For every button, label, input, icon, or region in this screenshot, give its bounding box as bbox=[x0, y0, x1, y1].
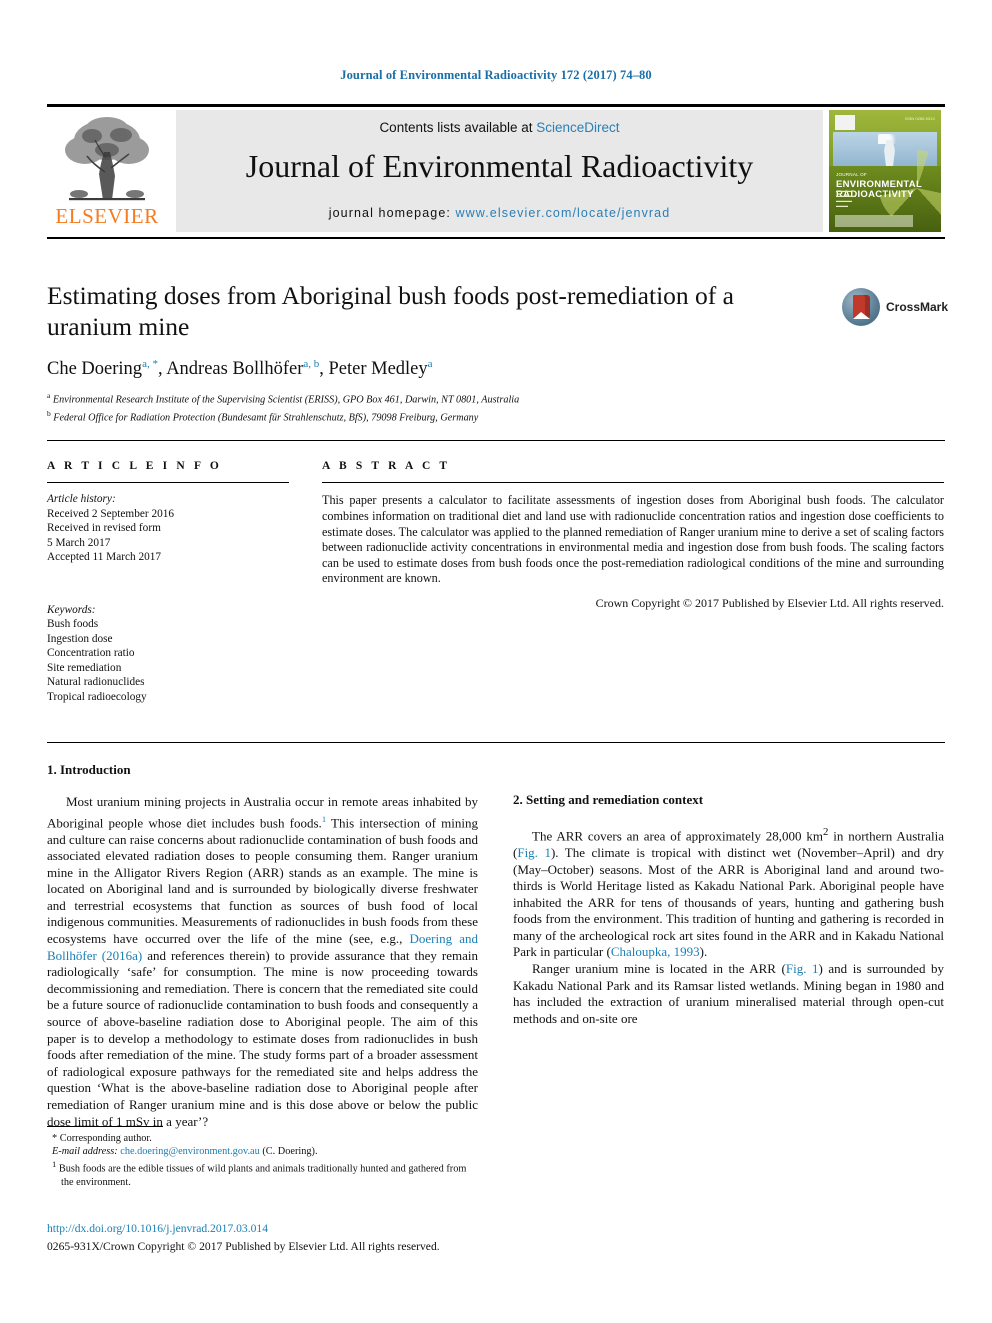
section-heading-introduction: 1. Introduction bbox=[47, 762, 131, 777]
intro-text-c: and references therein) to provide assur… bbox=[47, 947, 478, 1129]
keyword-item: Tropical radioecology bbox=[47, 690, 147, 703]
crossmark-book-icon bbox=[853, 295, 870, 319]
keywords-block: Keywords: Bush foods Ingestion dose Conc… bbox=[47, 603, 289, 705]
keyword-item: Concentration ratio bbox=[47, 647, 135, 660]
corresponding-author-note: * Corresponding author. bbox=[52, 1133, 152, 1144]
contents-available-line: Contents lists available at ScienceDirec… bbox=[176, 120, 823, 135]
journal-title: Journal of Environmental Radioactivity bbox=[245, 148, 754, 184]
masthead-band: Contents lists available at ScienceDirec… bbox=[176, 110, 823, 232]
intro-paragraph: Most uranium mining projects in Australi… bbox=[47, 794, 478, 1130]
cover-publisher-bar bbox=[835, 215, 913, 227]
affiliation-list: a Environmental Research Institute of th… bbox=[47, 389, 817, 425]
affiliation-item: b Federal Office for Radiation Protectio… bbox=[47, 407, 817, 425]
issn-copyright-line: 0265-931X/Crown Copyright © 2017 Publish… bbox=[47, 1240, 440, 1253]
title-section-rule bbox=[47, 440, 945, 442]
author-affil-marker: a, b bbox=[303, 358, 320, 370]
crossmark-circle-icon bbox=[842, 288, 880, 326]
affiliation-text: Environmental Research Institute of the … bbox=[52, 394, 520, 406]
email-link[interactable]: che.doering@environment.gov.au bbox=[120, 1146, 260, 1157]
keyword-item: Natural radionuclides bbox=[47, 676, 145, 689]
body-column-right: 2. Setting and remediation context The A… bbox=[513, 762, 944, 1027]
cover-footnotes: ▬▬▬▬ ▬▬▬▬▬ ▬▬▬▬ ▬▬▬ bbox=[836, 188, 856, 208]
elsevier-logo: ELSEVIER bbox=[51, 112, 163, 234]
journal-cover-thumbnail: ISSN 0265-931X JOURNAL OF ENVIRONMENTAL … bbox=[829, 110, 941, 232]
page-title: Estimating doses from Aboriginal bush fo… bbox=[47, 281, 734, 341]
article-history-item: Accepted 11 March 2017 bbox=[47, 551, 162, 564]
article-history: Article history: Received 2 September 20… bbox=[47, 492, 289, 565]
body-column-left: 1. Introduction Most uranium mining proj… bbox=[47, 762, 478, 1130]
article-history-item: Received 2 September 2016 bbox=[47, 507, 175, 520]
setting-paragraph-2: Ranger uranium mine is located in the AR… bbox=[513, 961, 944, 1027]
author-list: Che Doeringa, *, Andreas Bollhöfera, b, … bbox=[47, 358, 433, 380]
author-affil-marker: a, * bbox=[142, 358, 158, 370]
footnote-block: * Corresponding author. E-mail address: … bbox=[47, 1132, 478, 1189]
elsevier-wordmark: ELSEVIER bbox=[55, 204, 159, 228]
cover-elsevier-mark bbox=[835, 115, 855, 130]
homepage-url-link[interactable]: www.elsevier.com/locate/jenvrad bbox=[456, 206, 671, 220]
keywords-label: Keywords: bbox=[47, 603, 96, 616]
journal-homepage-line: journal homepage: www.elsevier.com/locat… bbox=[176, 206, 823, 220]
figure-ref-fig1[interactable]: Fig. 1 bbox=[786, 961, 819, 976]
section-heading-setting: 2. Setting and remediation context bbox=[513, 792, 704, 807]
setting2-text-a: Ranger uranium mine is located in the AR… bbox=[532, 961, 786, 977]
keyword-item: Ingestion dose bbox=[47, 632, 113, 645]
citation-chaloupka-1993[interactable]: Chaloupka, 1993 bbox=[611, 944, 700, 959]
abstract-heading: A B S T R A C T bbox=[322, 460, 451, 472]
abstract-text: This paper presents a calculator to faci… bbox=[322, 493, 944, 586]
running-head: Journal of Environmental Radioactivity 1… bbox=[340, 68, 652, 82]
author-name: Andreas Bollhöfer bbox=[166, 359, 304, 380]
abstract-copyright: Crown Copyright © 2017 Published by Else… bbox=[595, 595, 944, 610]
crossmark-label: CrossMark bbox=[886, 300, 949, 314]
abstract-rule bbox=[322, 482, 944, 484]
keyword-item: Bush foods bbox=[47, 618, 99, 631]
article-info-heading: A R T I C L E I N F O bbox=[47, 460, 222, 472]
masthead-top-rule bbox=[47, 104, 945, 107]
article-info-column: A R T I C L E I N F O Article history: R… bbox=[47, 460, 289, 704]
cover-issn: ISSN 0265-931X bbox=[904, 116, 935, 121]
abstract-column: A B S T R A C T This paper presents a ca… bbox=[322, 460, 944, 611]
title-block: Estimating doses from Aboriginal bush fo… bbox=[47, 280, 817, 425]
footnote-1-text: Bush foods are the edible tissues of wil… bbox=[56, 1163, 467, 1189]
intro-text-b: This intersection of mining and culture … bbox=[47, 814, 478, 947]
article-page: Journal of Environmental Radioactivity 1… bbox=[0, 0, 992, 1323]
email-note: E-mail address: che.doering@environment.… bbox=[47, 1145, 478, 1158]
article-info-rule bbox=[47, 482, 289, 484]
author-name: Peter Medley bbox=[328, 359, 428, 380]
footnote-1: 1 Bush foods are the edible tissues of w… bbox=[47, 1158, 478, 1189]
affiliation-marker: a bbox=[47, 391, 51, 401]
email-suffix: (C. Doering). bbox=[259, 1146, 318, 1158]
article-history-label: Article history: bbox=[47, 493, 116, 506]
setting-paragraph-1: The ARR covers an area of approximately … bbox=[513, 824, 944, 961]
masthead-bottom-rule bbox=[47, 237, 945, 239]
setting-text-d: ). bbox=[699, 944, 708, 960]
article-history-item: Received in revised form bbox=[47, 522, 161, 535]
abstract-section-rule bbox=[47, 742, 945, 744]
author-affil-marker: a bbox=[427, 358, 433, 370]
crossmark-badge[interactable]: CrossMark bbox=[842, 288, 948, 328]
affiliation-marker: b bbox=[47, 409, 51, 419]
footnote-rule bbox=[47, 1126, 163, 1127]
affiliation-text: Federal Office for Radiation Protection … bbox=[53, 412, 479, 424]
email-label: E-mail address: bbox=[52, 1146, 118, 1158]
author-name: Che Doering bbox=[47, 359, 143, 380]
doi-link[interactable]: http://dx.doi.org/10.1016/j.jenvrad.2017… bbox=[47, 1222, 268, 1235]
contents-prefix: Contents lists available at bbox=[379, 120, 537, 135]
elsevier-tree-icon bbox=[65, 117, 149, 201]
setting-text-c: ). The climate is tropical with distinct… bbox=[513, 844, 944, 960]
sciencedirect-link[interactable]: ScienceDirect bbox=[536, 120, 619, 135]
homepage-label: journal homepage: bbox=[328, 206, 456, 220]
setting-text-a: The ARR covers an area of approximately … bbox=[532, 828, 823, 844]
keyword-item: Site remediation bbox=[47, 661, 122, 674]
journal-masthead: ELSEVIER Contents lists available at Sci… bbox=[47, 104, 945, 239]
affiliation-item: a Environmental Research Institute of th… bbox=[47, 389, 817, 407]
article-history-item: 5 March 2017 bbox=[47, 536, 111, 549]
figure-ref-fig1[interactable]: Fig. 1 bbox=[517, 845, 551, 860]
